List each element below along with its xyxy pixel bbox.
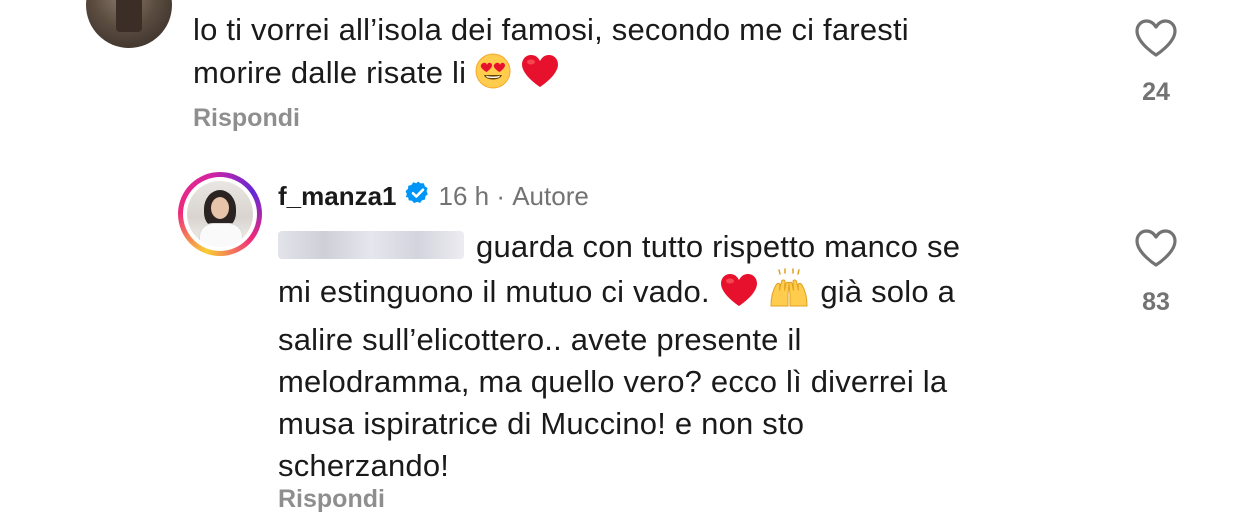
- author-label: Autore: [512, 180, 589, 211]
- commenter-avatar[interactable]: [86, 0, 172, 48]
- raising-hands-emoji: [767, 268, 811, 319]
- red-heart-emoji: [719, 272, 759, 319]
- comment-header: f_manza1 16 h · Autore: [278, 178, 589, 214]
- username[interactable]: f_manza1: [278, 181, 397, 212]
- like-control: 24: [1131, 18, 1181, 107]
- heart-outline-icon[interactable]: [1134, 228, 1178, 268]
- comments-panel: lo ti vorrei all’isola dei famosi, secon…: [0, 0, 1249, 515]
- meta-separator: ·: [489, 180, 513, 211]
- verified-badge-icon: [405, 180, 431, 213]
- reply-button[interactable]: Rispondi: [193, 104, 300, 133]
- timestamp: 16 h: [438, 180, 490, 211]
- like-count: 83: [1142, 288, 1170, 316]
- like-count: 24: [1142, 78, 1170, 106]
- reply-button[interactable]: Rispondi: [278, 485, 385, 514]
- heart-outline-icon[interactable]: [1134, 18, 1178, 58]
- author-avatar[interactable]: [178, 172, 262, 256]
- red-heart-emoji: [520, 53, 560, 100]
- like-control: 83: [1131, 228, 1181, 317]
- comment-text: guarda con tutto rispetto manco se mi es…: [278, 229, 961, 483]
- heart-eyes-emoji: [475, 53, 511, 100]
- comment-text: lo ti vorrei all’isola dei famosi, secon…: [193, 8, 1093, 100]
- blurred-mention: [278, 231, 464, 259]
